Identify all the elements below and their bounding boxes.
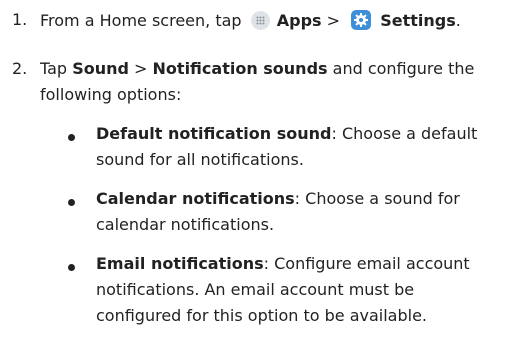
step-1-suffix: .	[455, 11, 461, 30]
step-2-prefix: Tap	[40, 59, 68, 78]
option-line-1: Default notification sound: Choose a def…	[96, 124, 477, 143]
option-description: : Configure email account	[263, 254, 470, 273]
apps-label: Apps	[276, 11, 322, 30]
option-title: Email notifications	[96, 254, 264, 273]
option-title: Calendar notifications	[96, 189, 295, 208]
option-line-2: notifications. An email account must be	[96, 280, 415, 299]
step-2-line-1-suffix: and configure the	[332, 59, 475, 78]
step-2-separator: >	[134, 59, 148, 78]
step-1-text: From a Home screen, tap Apps > Settings.	[40, 10, 461, 30]
sound-label: Sound	[72, 59, 129, 78]
step-1-separator: >	[326, 11, 341, 30]
option-title: Default notification sound	[96, 124, 332, 143]
step-2-line-2: following options:	[40, 85, 182, 104]
notification-sounds-label: Notification sounds	[152, 59, 328, 78]
option-description: : Choose a sound for	[294, 189, 460, 208]
apps-grid-icon	[250, 11, 270, 30]
settings-gear-icon	[351, 10, 372, 30]
settings-label: Settings	[380, 11, 456, 30]
option-line-2: calendar notifications.	[96, 215, 275, 234]
option-line-1: Calendar notifications: Choose a sound f…	[96, 189, 460, 208]
step-1-number: 1.	[12, 10, 28, 29]
step-2-line-1: Tap Sound > Notification sounds and conf…	[40, 59, 474, 78]
option-line-3: configured for this option to be availab…	[96, 306, 427, 325]
bullet-icon	[68, 264, 75, 271]
step-2-number: 2.	[12, 59, 28, 78]
bullet-icon	[68, 134, 75, 141]
option-line-1: Email notifications: Configure email acc…	[96, 254, 470, 273]
option-description: : Choose a default	[331, 124, 478, 143]
option-line-2: sound for all notifications.	[96, 150, 304, 169]
bullet-icon	[68, 199, 75, 206]
step-1-prefix: From a Home screen, tap	[40, 11, 242, 30]
